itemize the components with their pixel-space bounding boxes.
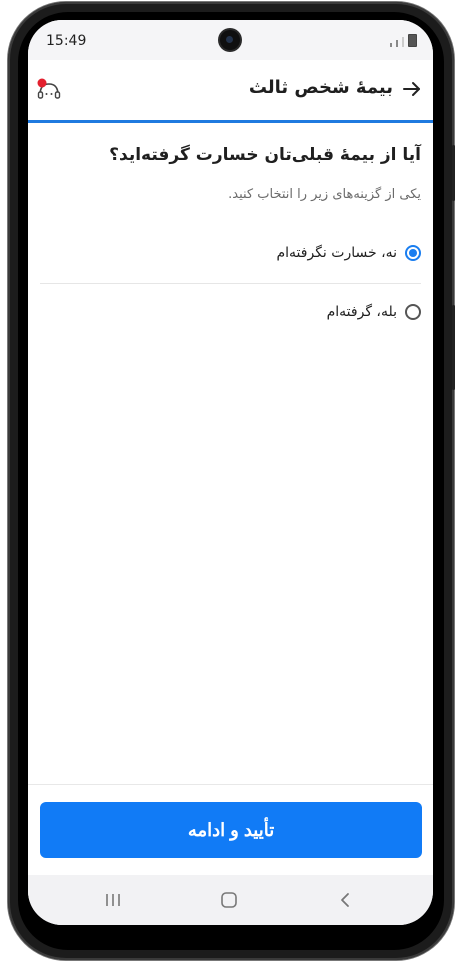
footer-divider: [28, 784, 433, 785]
option-label: نه، خسارت نگرفته‌ام: [276, 245, 397, 261]
status-time: 15:49: [46, 33, 87, 49]
app-header: بیمهٔ شخص ثالث: [28, 60, 433, 120]
power-button: [452, 305, 455, 390]
home-icon[interactable]: [214, 887, 244, 913]
signal-icon: [390, 43, 392, 47]
system-navigation-bar: [28, 875, 433, 925]
support-avatar-icon[interactable]: [36, 77, 62, 103]
page-title: بیمهٔ شخص ثالث: [248, 77, 393, 98]
option-label: بله، گرفته‌ام: [326, 304, 397, 320]
confirm-continue-button[interactable]: تأیید و ادامه: [40, 802, 422, 858]
status-bar: 15:49: [28, 20, 433, 60]
option-claimed[interactable]: بله، گرفته‌ام: [40, 301, 421, 323]
screen: 15:49 بیمهٔ شخص ثالث آیا از بیمهٔ قبلی‌ت…: [28, 20, 433, 925]
arrow-right-icon[interactable]: [401, 78, 423, 100]
front-camera: [220, 30, 240, 50]
volume-button: [452, 145, 455, 201]
progress-bar: [28, 120, 433, 123]
divider: [40, 283, 421, 284]
signal-icon: [396, 40, 398, 47]
radio-unselected-icon[interactable]: [405, 304, 421, 320]
back-icon[interactable]: [330, 887, 360, 913]
system-icons: [390, 34, 417, 47]
option-no-claim[interactable]: نه، خسارت نگرفته‌ام: [40, 242, 421, 264]
question-subtitle: یکی از گزینه‌های زیر را انتخاب کنید.: [228, 187, 421, 202]
signal-icon: [402, 37, 404, 47]
recent-apps-icon[interactable]: [98, 887, 128, 913]
radio-selected-icon[interactable]: [405, 245, 421, 261]
question-title: آیا از بیمهٔ قبلی‌تان خسارت گرفته‌اید؟: [109, 145, 421, 165]
battery-icon: [408, 34, 417, 47]
